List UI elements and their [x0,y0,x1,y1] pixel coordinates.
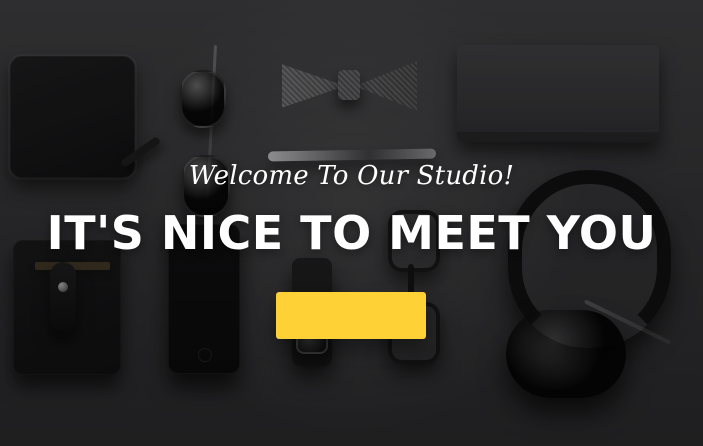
hero-subtitle: Welcome To Our Studio! [188,161,515,191]
hero-cta-button[interactable] [276,292,426,339]
hero-headline: IT'S NICE TO MEET YOU [46,206,657,260]
hero-section: Welcome To Our Studio! IT'S NICE TO MEET… [0,0,703,446]
hero-cta-label [276,292,426,339]
